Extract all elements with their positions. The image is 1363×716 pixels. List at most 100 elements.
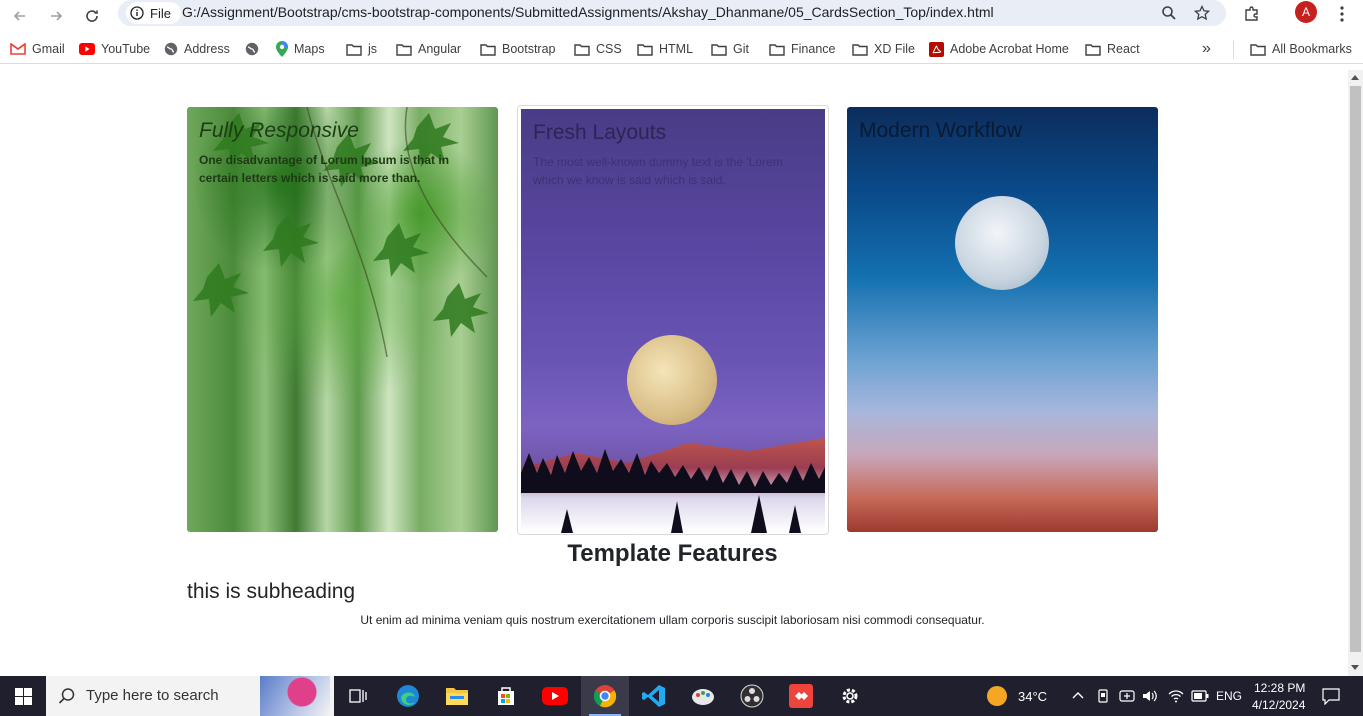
info-icon — [130, 6, 144, 20]
clock-time[interactable]: 12:28 PM — [1254, 681, 1305, 695]
arrow-left-icon — [13, 11, 25, 21]
section-title: Template Features — [567, 540, 778, 567]
folder-icon — [1085, 43, 1101, 56]
card-title: Modern Workflow — [859, 119, 1022, 142]
taskbar-search-placeholder: Type here to search — [86, 687, 219, 704]
trees-silhouette — [521, 449, 825, 533]
reload-button[interactable] — [79, 3, 105, 29]
site-info-chip[interactable]: File — [126, 2, 181, 24]
globe-icon — [164, 42, 178, 56]
scroll-up-arrow-icon[interactable] — [1351, 75, 1359, 80]
back-button[interactable] — [7, 3, 33, 29]
bookmark-star-icon[interactable] — [1191, 2, 1213, 24]
page-scrollbar[interactable] — [1348, 70, 1363, 676]
all-bookmarks-button[interactable]: All Bookmarks — [1250, 38, 1352, 60]
card-text: The most well-known dummy text is the 'L… — [533, 155, 783, 187]
taskbar-settings[interactable] — [826, 676, 874, 716]
weather-temperature[interactable]: 34°C — [1018, 689, 1047, 704]
acrobat-icon — [929, 41, 944, 57]
taskbar-anydesk[interactable] — [777, 676, 825, 716]
bookmarks-overflow-button[interactable]: » — [1202, 38, 1211, 60]
task-view-icon — [349, 689, 367, 703]
folder-icon — [1250, 43, 1266, 56]
speaker-icon[interactable] — [1142, 688, 1158, 704]
profile-avatar[interactable]: A — [1295, 1, 1317, 23]
bookmark-maps[interactable]: Maps — [276, 38, 325, 60]
taskbar-youtube[interactable] — [531, 676, 579, 716]
search-icon — [58, 688, 75, 704]
edge-icon — [397, 685, 419, 707]
page-viewport: Fully Responsive One disadvantage of Lor… — [0, 70, 1348, 676]
bookmark-acrobat[interactable]: Adobe Acrobat Home — [929, 38, 1069, 60]
bookmark-youtube[interactable]: YouTube — [79, 38, 150, 60]
file-label: File — [150, 5, 171, 21]
card-text: One disadvantage of Lorum Ipsum is that … — [199, 153, 450, 185]
battery-icon[interactable] — [1191, 690, 1209, 702]
bookmark-folder-js[interactable]: js — [346, 38, 377, 60]
zoom-icon[interactable] — [1158, 2, 1180, 24]
vscode-icon — [642, 685, 665, 707]
windows-taskbar: Type here to search 34°C ENG 12:28 PM 4/… — [0, 676, 1363, 716]
url-text[interactable]: G:/Assignment/Bootstrap/cms-bootstrap-co… — [182, 4, 994, 20]
scroll-down-arrow-icon[interactable] — [1351, 665, 1359, 670]
store-icon — [498, 687, 514, 705]
taskbar-file-explorer[interactable] — [433, 676, 481, 716]
folder-icon — [480, 43, 496, 56]
globe-icon — [245, 42, 259, 56]
bookmark-folder-bootstrap[interactable]: Bootstrap — [480, 38, 556, 60]
bookmark-gmail[interactable]: Gmail — [10, 38, 65, 60]
scroll-thumb[interactable] — [1350, 86, 1361, 652]
language-indicator[interactable]: ENG — [1216, 689, 1242, 703]
extensions-icon[interactable] — [1239, 1, 1265, 27]
bookmark-folder-finance[interactable]: Finance — [769, 38, 835, 60]
card-fully-responsive: Fully Responsive One disadvantage of Lor… — [187, 107, 498, 532]
task-view-button[interactable] — [334, 676, 382, 716]
taskbar-edge[interactable] — [384, 676, 432, 716]
gear-icon — [842, 688, 858, 704]
moon-image — [627, 335, 717, 425]
bookmark-folder-html[interactable]: HTML — [637, 38, 693, 60]
file-explorer-icon — [446, 688, 468, 705]
bookmark-folder-angular[interactable]: Angular — [396, 38, 461, 60]
taskbar-search-box[interactable]: Type here to search — [46, 676, 334, 716]
folder-icon — [396, 43, 412, 56]
card-fresh-layouts: Fresh Layouts The most well-known dummy … — [517, 105, 829, 535]
folder-icon — [346, 43, 362, 56]
folder-icon — [711, 43, 727, 56]
bookmark-folder-css[interactable]: CSS — [574, 38, 622, 60]
taskbar-chrome[interactable] — [581, 676, 629, 716]
bookmark-globe[interactable] — [245, 38, 265, 60]
folder-icon — [769, 43, 785, 56]
bookmark-folder-xd[interactable]: XD File — [852, 38, 915, 60]
address-bar[interactable]: File G:/Assignment/Bootstrap/cms-bootstr… — [118, 0, 1226, 26]
bookmarks-divider — [1233, 41, 1234, 59]
bookmark-address[interactable]: Address — [164, 38, 230, 60]
taskbar-obs[interactable] — [728, 676, 776, 716]
weather-sun-icon[interactable] — [987, 686, 1007, 706]
usb-icon[interactable] — [1096, 688, 1110, 704]
arrow-right-icon — [51, 11, 63, 21]
gmail-icon — [10, 43, 26, 55]
card-modern-workflow: Modern Workflow — [847, 107, 1158, 532]
windows-logo-icon — [14, 687, 32, 705]
search-highlight-image — [260, 676, 330, 716]
chevron-up-icon[interactable] — [1072, 691, 1084, 699]
start-button[interactable] — [0, 676, 46, 716]
chrome-icon — [593, 685, 617, 708]
folder-icon — [637, 43, 653, 56]
moon-image — [955, 196, 1049, 290]
notifications-icon[interactable] — [1322, 688, 1340, 705]
folder-icon — [852, 43, 868, 56]
wifi-icon[interactable] — [1168, 688, 1184, 704]
youtube-icon — [542, 687, 568, 705]
menu-kebab-icon[interactable] — [1329, 1, 1355, 27]
taskbar-paint[interactable] — [679, 676, 727, 716]
paint-icon — [692, 689, 714, 705]
clock-date[interactable]: 4/12/2024 — [1252, 698, 1305, 712]
bookmark-folder-react[interactable]: React — [1085, 38, 1140, 60]
forward-button[interactable] — [43, 3, 69, 29]
taskbar-vscode[interactable] — [630, 676, 678, 716]
taskbar-store[interactable] — [482, 676, 530, 716]
bookmark-folder-git[interactable]: Git — [711, 38, 749, 60]
meet-now-icon[interactable] — [1119, 688, 1135, 704]
